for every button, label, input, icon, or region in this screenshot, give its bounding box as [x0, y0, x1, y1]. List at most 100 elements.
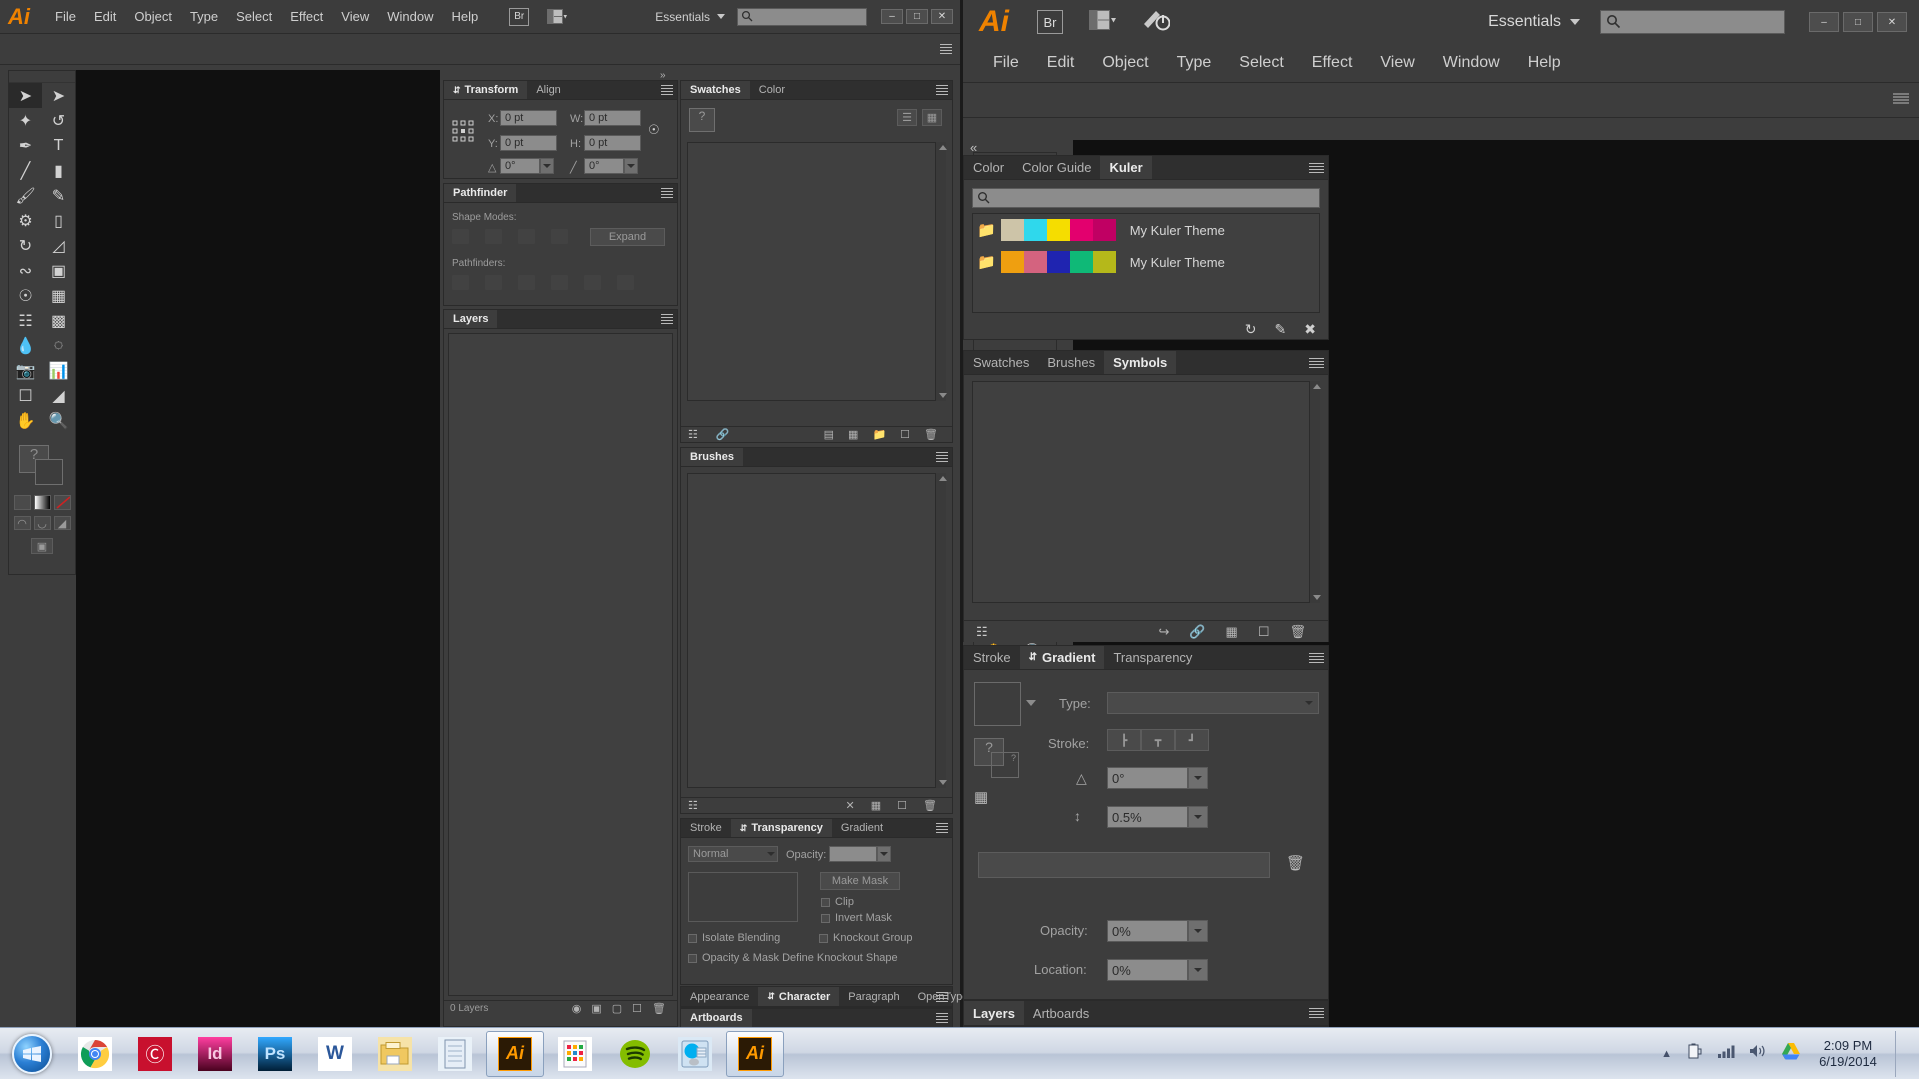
tab-kuler[interactable]: Kuler: [1100, 156, 1152, 179]
left-layers-panel-menu-icon[interactable]: [659, 314, 673, 324]
new-layer-icon[interactable]: ☐: [632, 1002, 642, 1015]
tab-color[interactable]: Color: [750, 81, 794, 99]
tab-gradient[interactable]: Gradient: [832, 819, 892, 837]
gradient-opacity-stepper[interactable]: [1188, 920, 1208, 942]
screen-mode-icon[interactable]: ▣: [31, 538, 53, 554]
color-icon[interactable]: [13, 495, 31, 510]
gradient-tool-icon[interactable]: ▩: [42, 308, 75, 333]
swatch-grid-view-icon[interactable]: ▦: [922, 109, 942, 126]
kuler-theme-row[interactable]: 📁 My Kuler Theme: [973, 214, 1319, 246]
gradient-aspect-input[interactable]: 0.5%: [1107, 806, 1188, 828]
invert-mask-checkbox[interactable]: [821, 913, 830, 923]
artboard-tool-icon[interactable]: ☐: [9, 383, 42, 408]
direct-selection-tool-icon[interactable]: ➤: [42, 83, 75, 108]
menu-effect[interactable]: Effect: [1298, 54, 1367, 72]
transform-panel-menu-icon[interactable]: [659, 85, 673, 95]
magic-wand-tool-icon[interactable]: ✦: [9, 108, 42, 133]
taskbar-item-word[interactable]: W: [306, 1031, 364, 1077]
gradient-type-select[interactable]: [1107, 692, 1319, 714]
gradient-stroke-along-icon[interactable]: ┳: [1141, 729, 1175, 751]
new-color-group-icon[interactable]: 📁: [872, 428, 886, 441]
left-search-box[interactable]: [737, 7, 867, 26]
pencil-tool-icon[interactable]: ✎: [42, 183, 75, 208]
tab-stroke[interactable]: Stroke: [964, 646, 1020, 669]
unite-icon[interactable]: [452, 229, 469, 244]
gradient-slider[interactable]: [978, 852, 1270, 878]
menu-view[interactable]: View: [332, 9, 378, 24]
paintbrush-tool-icon[interactable]: 🖌: [9, 183, 42, 208]
taskbar-item-notepad[interactable]: [426, 1031, 484, 1077]
tab-paragraph[interactable]: Paragraph: [839, 987, 908, 1006]
opacity-stepper[interactable]: [877, 846, 891, 862]
right-control-bar-menu-icon[interactable]: [1891, 93, 1909, 107]
kuler-panel-menu-icon[interactable]: [1307, 162, 1324, 173]
transform-rotate-input[interactable]: 0°: [500, 158, 540, 174]
symbol-options-icon[interactable]: ▦: [1226, 624, 1238, 640]
exclude-icon[interactable]: [551, 229, 568, 244]
taskbar-item-explorer[interactable]: [366, 1031, 424, 1077]
none-icon[interactable]: [53, 495, 71, 510]
transparency-panel-menu-icon[interactable]: [934, 823, 948, 833]
new-brush-icon[interactable]: ☐: [897, 799, 907, 812]
lasso-tool-icon[interactable]: ↺: [42, 108, 75, 133]
tab-layers[interactable]: Layers: [964, 1001, 1024, 1025]
show-hidden-icons-icon[interactable]: ▲: [1661, 1048, 1672, 1060]
left-document-canvas[interactable]: [76, 70, 440, 1027]
kuler-search-input[interactable]: [972, 188, 1320, 208]
taskbar-item-indesign[interactable]: Id: [186, 1031, 244, 1077]
kuler-swatch[interactable]: [1046, 251, 1070, 273]
kuler-swatch[interactable]: [1092, 219, 1116, 241]
google-drive-icon[interactable]: [1781, 1042, 1801, 1065]
kuler-swatch[interactable]: [1069, 219, 1093, 241]
transform-rotate-stepper[interactable]: [540, 158, 554, 174]
zoom-tool-icon[interactable]: 🔍: [42, 408, 75, 433]
gradient-location-stepper[interactable]: [1188, 959, 1208, 981]
rectangle-tool-icon[interactable]: ▮: [42, 158, 75, 183]
gradient-fill-stroke-swatch[interactable]: ? ?: [974, 738, 1020, 778]
arrange-documents-icon[interactable]: [547, 9, 568, 24]
gradient-type-chevron[interactable]: [1299, 692, 1319, 714]
tab-transform[interactable]: ⇵ Transform: [444, 81, 528, 99]
create-sublayer-icon[interactable]: ▢: [612, 1002, 622, 1015]
menu-edit[interactable]: Edit: [85, 9, 125, 24]
taskbar-item-photoshop[interactable]: Ps: [246, 1031, 304, 1077]
bridge-button[interactable]: Br: [1037, 10, 1063, 34]
kuler-swatch[interactable]: [1092, 251, 1116, 273]
left-layers-list[interactable]: [448, 333, 673, 996]
tab-align[interactable]: Align: [527, 81, 569, 99]
gradient-stroke-within-icon[interactable]: ┣: [1107, 729, 1141, 751]
gradient-angle-input[interactable]: 0°: [1107, 767, 1188, 789]
arrange-documents-icon[interactable]: [1089, 9, 1116, 35]
constrain-proportions-icon[interactable]: ☉: [648, 122, 660, 138]
tab-layers[interactable]: Layers: [444, 310, 498, 328]
tab-character[interactable]: ⇵ Character: [758, 987, 840, 1006]
kuler-swatch[interactable]: [1000, 219, 1024, 241]
line-segment-tool-icon[interactable]: ╱: [9, 158, 42, 183]
symbols-scrollbar[interactable]: [1309, 381, 1321, 603]
tab-artboards[interactable]: Artboards: [681, 1009, 752, 1027]
tab-gradient[interactable]: ⇵ Gradient: [1019, 646, 1105, 669]
intersect-icon[interactable]: [518, 229, 535, 244]
swatches-scrollbar[interactable]: [935, 142, 947, 401]
pathfinder-panel-menu-icon[interactable]: [659, 188, 673, 198]
shape-builder-tool-icon[interactable]: ☉: [9, 283, 42, 308]
brushes-list[interactable]: [687, 473, 946, 788]
menu-type[interactable]: Type: [181, 9, 227, 24]
brushes-panel-menu-icon[interactable]: [934, 452, 948, 462]
swatch-link-icon[interactable]: 🔗: [716, 428, 730, 441]
menu-edit[interactable]: Edit: [1033, 54, 1089, 72]
tab-artboards[interactable]: Artboards: [1024, 1001, 1098, 1025]
taskbar-item-skype[interactable]: [666, 1031, 724, 1077]
swatch-options-icon[interactable]: ▦: [848, 428, 858, 441]
close-button[interactable]: ✕: [931, 9, 953, 24]
swatch-libraries-icon[interactable]: ☷: [688, 428, 698, 441]
menu-select[interactable]: Select: [227, 9, 281, 24]
taskbar-item-illustrator[interactable]: Ai: [486, 1030, 544, 1077]
tab-brushes[interactable]: Brushes: [681, 448, 744, 466]
swatches-fill-indicator[interactable]: ?: [689, 108, 715, 132]
menu-file[interactable]: File: [979, 54, 1033, 72]
swatch-kind-icon[interactable]: ▤: [824, 428, 834, 441]
tab-swatches[interactable]: Swatches: [681, 81, 750, 99]
symbol-libraries-icon[interactable]: ☷: [976, 624, 988, 640]
refresh-icon[interactable]: ↻: [1245, 321, 1257, 338]
